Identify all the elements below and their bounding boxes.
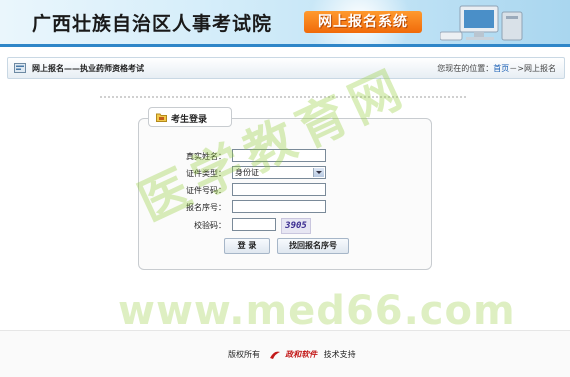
login-panel-title: 考生登录 [171, 115, 208, 125]
current-page: 网上报名 [524, 64, 556, 73]
login-button[interactable]: 登 录 [224, 238, 270, 254]
site-header: 广西壮族自治区人事考试院 网上报名系统 [0, 0, 570, 44]
login-folder-icon [156, 113, 167, 122]
location-trail: 您现在的位置：首页－>网上报名 [437, 63, 556, 74]
page-title: 网上报名——执业药师资格考试 [32, 64, 144, 73]
retrieve-reg-number-button[interactable]: 找回报名序号 [277, 238, 349, 254]
breadcrumb-separator: －> [509, 64, 524, 73]
site-title: 广西壮族自治区人事考试院 [32, 13, 273, 35]
company-logo-icon [269, 351, 280, 359]
support-text: 技术支持 [323, 350, 356, 359]
system-title-banner: 网上报名系统 [304, 11, 422, 33]
login-panel-header: 考生登录 [148, 107, 232, 127]
copyright-text: 版权所有 [228, 350, 260, 359]
chevron-down-icon[interactable] [313, 168, 324, 177]
captcha-image[interactable]: 3905 [281, 218, 311, 234]
captcha-input[interactable] [232, 218, 276, 231]
page-icon [14, 63, 26, 73]
footer-row: 版权所有 政和软件 技术支持 [228, 349, 356, 360]
footer: 版权所有 政和软件 技术支持 [0, 331, 570, 377]
home-link[interactable]: 首页 [493, 64, 509, 73]
watermark-url: www.med66.com [118, 288, 516, 334]
location-prefix: 您现在的位置： [437, 64, 494, 73]
breadcrumb-bar: 网上报名——执业药师资格考试 您现在的位置：首页－>网上报名 [7, 57, 565, 79]
company-name[interactable]: 政和软件 [285, 350, 317, 359]
reg-number-input[interactable] [232, 200, 326, 213]
header-accent-bar [0, 44, 570, 47]
computer-icon [440, 5, 523, 41]
